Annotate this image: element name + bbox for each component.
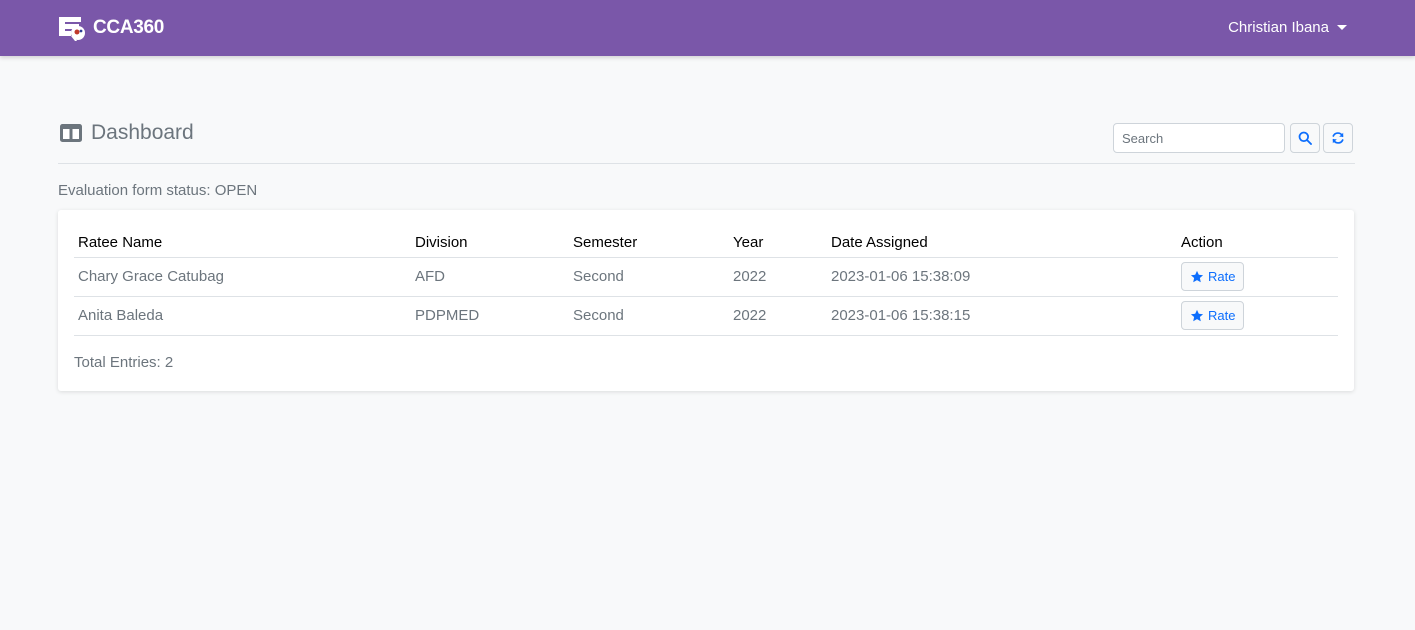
ratee-name-cell: Anita Baleda bbox=[74, 296, 411, 336]
semester-cell: Second bbox=[569, 257, 729, 297]
refresh-button[interactable] bbox=[1323, 123, 1353, 153]
ratee-name-cell: Chary Grace Catubag bbox=[74, 257, 411, 297]
action-cell: Rate bbox=[1177, 296, 1338, 336]
brand-logo-icon bbox=[59, 17, 85, 41]
action-cell: Rate bbox=[1177, 257, 1338, 297]
star-icon bbox=[1190, 270, 1204, 282]
rate-button-label: Rate bbox=[1208, 269, 1236, 284]
rate-button-label: Rate bbox=[1208, 308, 1236, 323]
page-title: Dashboard bbox=[60, 121, 194, 145]
brand-name: CCA360 bbox=[93, 17, 165, 38]
caret-down-icon bbox=[1337, 25, 1347, 30]
user-name: Christian Ibana bbox=[1228, 19, 1329, 36]
star-icon bbox=[1190, 309, 1204, 321]
date-assigned-cell: 2023-01-06 15:38:09 bbox=[827, 257, 1177, 297]
table-row: Chary Grace Catubag AFD Second 2022 2023… bbox=[74, 257, 1338, 297]
division-cell: PDPMED bbox=[411, 296, 569, 336]
column-header-date-assigned: Date Assigned bbox=[827, 224, 1177, 258]
division-cell: AFD bbox=[411, 257, 569, 297]
page-title-text: Dashboard bbox=[91, 121, 194, 144]
user-menu-dropdown[interactable]: Christian Ibana bbox=[1228, 19, 1347, 36]
date-assigned-cell: 2023-01-06 15:38:15 bbox=[827, 296, 1177, 336]
ratee-table-card: Ratee Name Division Semester Year Date A… bbox=[58, 210, 1354, 391]
ratee-table: Ratee Name Division Semester Year Date A… bbox=[74, 224, 1338, 336]
page-header: Dashboard bbox=[58, 116, 1355, 164]
total-entries: Total Entries: 2 bbox=[74, 354, 174, 371]
table-header-row: Ratee Name Division Semester Year Date A… bbox=[74, 224, 1338, 258]
top-navbar: CCA360 Christian Ibana bbox=[0, 0, 1415, 56]
column-header-ratee-name: Ratee Name bbox=[74, 224, 411, 258]
search-input[interactable] bbox=[1113, 123, 1285, 153]
year-cell: 2022 bbox=[729, 257, 827, 297]
evaluation-status: Evaluation form status: OPEN bbox=[58, 182, 258, 199]
column-header-division: Division bbox=[411, 224, 569, 258]
column-header-action: Action bbox=[1177, 224, 1338, 258]
brand-logo-link[interactable]: CCA360 bbox=[57, 14, 164, 42]
search-icon bbox=[1298, 131, 1312, 145]
table-row: Anita Baleda PDPMED Second 2022 2023-01-… bbox=[74, 296, 1338, 336]
column-header-semester: Semester bbox=[569, 224, 729, 258]
rate-button[interactable]: Rate bbox=[1181, 262, 1245, 291]
column-header-year: Year bbox=[729, 224, 827, 258]
semester-cell: Second bbox=[569, 296, 729, 336]
refresh-icon bbox=[1332, 132, 1344, 144]
year-cell: 2022 bbox=[729, 296, 827, 336]
rate-button[interactable]: Rate bbox=[1181, 301, 1245, 330]
columns-icon bbox=[60, 124, 82, 142]
search-button[interactable] bbox=[1290, 123, 1320, 153]
